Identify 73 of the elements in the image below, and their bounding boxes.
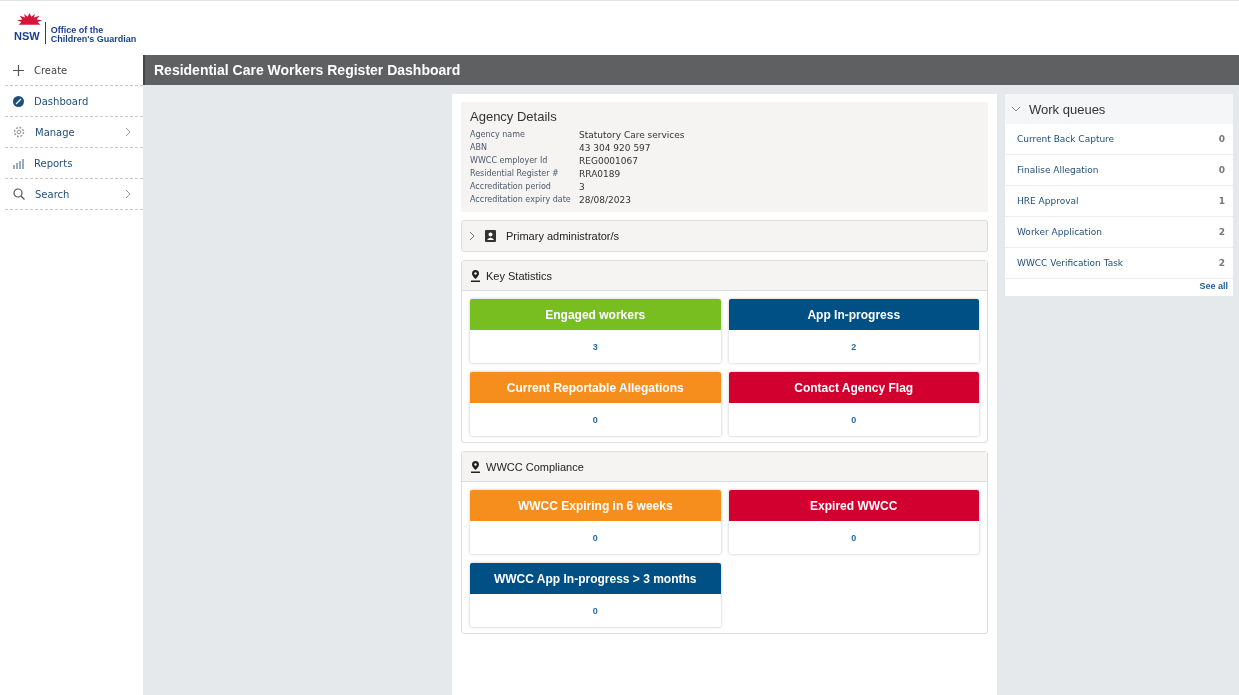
field-value: 43 304 920 597 — [579, 143, 652, 153]
tile-title: WWCC Expiring in 6 weeks — [517, 498, 673, 513]
statistic-tile[interactable]: Engaged workers 3 — [470, 299, 721, 363]
work-queue-item[interactable]: HRE Approval 1 — [1005, 186, 1233, 217]
card-title: Agency Details — [470, 109, 558, 124]
statistic-tile[interactable]: App In-progress 2 — [728, 299, 979, 363]
statistic-tile[interactable]: Contact Agency Flag 0 — [728, 372, 979, 436]
search-icon — [13, 188, 25, 200]
work-queue-item[interactable]: Worker Application 2 — [1005, 217, 1233, 248]
tile-count: 0 — [592, 414, 598, 425]
tile-count: 0 — [592, 532, 598, 543]
field-value: 28/08/2023 — [579, 195, 632, 205]
queue-name: Current Back Capture — [1017, 134, 1115, 144]
field-label: WWCC employer Id — [470, 156, 549, 166]
organisation-name: Children's Guardian — [50, 35, 137, 44]
page-title: Residential Care Workers Register Dashboard — [154, 62, 461, 78]
tile-count: 3 — [592, 341, 598, 352]
queue-name: WWCC Verification Task — [1017, 258, 1124, 268]
statistic-tile[interactable]: Expired WWCC 0 — [728, 490, 979, 554]
plus-icon — [13, 64, 24, 76]
section-title: Key Statistics — [486, 269, 553, 282]
work-queues-header[interactable]: Work queues — [1005, 94, 1233, 124]
section-title: WWCC Compliance — [486, 460, 584, 473]
organisation-name: Office of the — [50, 26, 105, 35]
nav-label: Create — [34, 64, 68, 76]
tile-title: Engaged workers — [545, 307, 646, 322]
work-queue-item[interactable]: Current Back Capture 0 — [1005, 124, 1233, 155]
field-value: 3 — [579, 182, 586, 192]
waratah-logo-icon — [16, 12, 43, 25]
tile-title: WWCC App In-progress > 3 months — [493, 571, 697, 586]
work-queue-item[interactable]: WWCC Verification Task 2 — [1005, 248, 1233, 279]
field-label: Agency name — [470, 130, 526, 140]
bar-chart-icon — [13, 157, 24, 169]
queue-count: 0 — [1218, 134, 1225, 144]
tile-title: Current Reportable Allegations — [506, 380, 684, 395]
tile-count: 0 — [592, 605, 598, 616]
field-label: Accreditation expiry date — [470, 195, 572, 205]
tile-count: 2 — [851, 341, 857, 352]
nav-label: Reports — [34, 157, 73, 169]
see-all-link[interactable]: See all — [1199, 281, 1228, 291]
work-queue-item[interactable]: Finalise Allegation 0 — [1005, 155, 1233, 186]
gauge-icon — [13, 95, 24, 107]
panel-title: Work queues — [1029, 101, 1106, 117]
queue-name: HRE Approval — [1017, 196, 1079, 206]
queue-name: Finalise Allegation — [1017, 165, 1099, 175]
nsw-logo-text: NSW — [14, 31, 40, 44]
tile-title: Contact Agency Flag — [794, 380, 914, 395]
field-value: RRA0189 — [579, 169, 622, 179]
field-label: ABN — [470, 143, 488, 153]
statistic-tile[interactable]: WWCC Expiring in 6 weeks 0 — [470, 490, 721, 554]
nav-label: Dashboard — [34, 95, 89, 107]
field-value: Statutory Care services — [579, 130, 686, 140]
field-label: Accreditation period — [470, 182, 552, 192]
statistic-tile[interactable]: Current Reportable Allegations 0 — [470, 372, 721, 436]
settings-icon — [13, 126, 25, 138]
field-value: REG0001067 — [579, 156, 639, 166]
location-pin-icon — [471, 460, 480, 473]
nav-label: Search — [35, 188, 70, 200]
queue-count: 0 — [1218, 165, 1225, 175]
queue-count: 2 — [1218, 227, 1225, 237]
location-pin-icon — [471, 269, 480, 282]
tile-count: 0 — [851, 532, 857, 543]
primary-administrator-accordion[interactable]: Primary administrator/s — [461, 220, 988, 252]
nav-label: Manage — [35, 126, 75, 138]
tile-title: Expired WWCC — [810, 498, 898, 513]
statistic-tile[interactable]: WWCC App In-progress > 3 months 0 — [470, 563, 721, 627]
queue-name: Worker Application — [1017, 227, 1102, 237]
contact-card-icon — [485, 230, 496, 242]
queue-count: 1 — [1218, 196, 1225, 206]
tile-title: App In-progress — [807, 307, 901, 322]
queue-count: 2 — [1218, 258, 1225, 268]
tile-count: 0 — [851, 414, 857, 425]
field-label: Residential Register # — [470, 169, 560, 179]
